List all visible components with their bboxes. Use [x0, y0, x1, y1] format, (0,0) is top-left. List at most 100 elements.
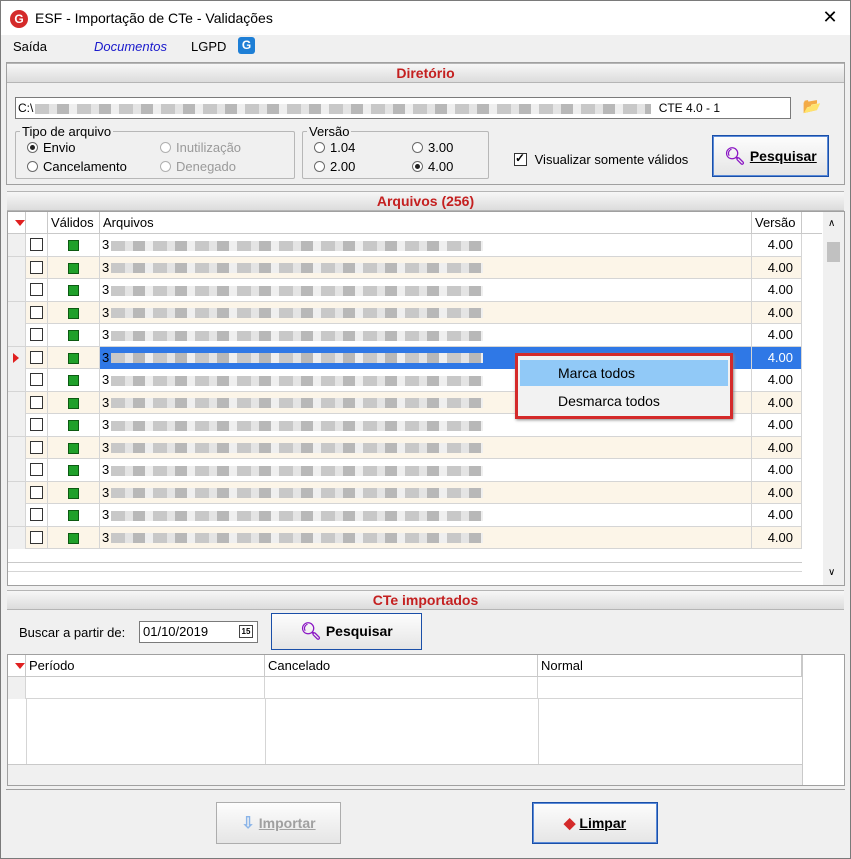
pesquisar-diretorio-button[interactable]: 🔍︎ Pesquisar: [712, 135, 829, 177]
row-indicator-cell[interactable]: [8, 391, 26, 414]
row-checkbox-cell[interactable]: [26, 391, 48, 414]
row-indicator-cell[interactable]: [8, 234, 26, 256]
row-checkbox[interactable]: [30, 530, 43, 544]
row-checkbox-cell[interactable]: [26, 346, 48, 369]
row-checkbox[interactable]: [30, 508, 43, 521]
row-indicator-cell[interactable]: [8, 324, 26, 346]
row-checkbox-cell[interactable]: [26, 436, 48, 459]
close-icon[interactable]: ✕: [819, 6, 841, 28]
table-row[interactable]: 3 4.00: [8, 526, 802, 549]
col-normal[interactable]: Normal: [538, 655, 802, 677]
col-arquivos[interactable]: Arquivos: [100, 212, 752, 234]
row-checkbox-cell[interactable]: [26, 414, 48, 436]
arquivo-cell[interactable]: 3: [100, 279, 752, 301]
arquivo-cell[interactable]: 3: [100, 301, 752, 324]
versao-cell: 4.00: [752, 481, 802, 504]
row-checkbox-cell[interactable]: [26, 459, 48, 481]
table-row[interactable]: 3 4.00: [8, 324, 802, 347]
row-indicator-cell[interactable]: [8, 504, 26, 526]
row-indicator-cell[interactable]: [8, 414, 26, 436]
radio-versao-400[interactable]: 4.00: [412, 159, 453, 174]
folder-open-icon[interactable]: 📂: [801, 97, 823, 117]
row-checkbox-cell[interactable]: [26, 301, 48, 324]
redacted-filename: [111, 263, 484, 274]
arquivos-scrollbar[interactable]: ∧ ∨: [823, 212, 844, 585]
row-checkbox-cell[interactable]: [26, 369, 48, 391]
row-checkbox[interactable]: [30, 328, 43, 341]
grid-sort-indicator[interactable]: [8, 212, 26, 234]
row-indicator-cell[interactable]: [8, 256, 26, 279]
limpar-button[interactable]: ◆ Limpar: [532, 802, 658, 844]
lgpd-icon[interactable]: G: [238, 37, 255, 54]
radio-versao-300[interactable]: 3.00: [412, 140, 453, 155]
row-checkbox[interactable]: [30, 260, 43, 274]
row-checkbox-cell[interactable]: [26, 526, 48, 549]
row-indicator-cell[interactable]: [8, 301, 26, 324]
col-check[interactable]: [26, 212, 48, 234]
radio-versao-104[interactable]: 1.04: [314, 140, 355, 155]
row-checkbox[interactable]: [30, 283, 43, 296]
table-row[interactable]: 3 4.00: [8, 279, 802, 302]
row-indicator-cell[interactable]: [8, 526, 26, 549]
menu-saida[interactable]: Saída: [13, 39, 47, 54]
context-marca-todos[interactable]: Marca todos: [520, 360, 728, 386]
context-desmarca-todos[interactable]: Desmarca todos: [520, 388, 728, 414]
row-checkbox[interactable]: [30, 395, 43, 409]
cte-row[interactable]: [8, 677, 802, 699]
versao-cell: 4.00: [752, 436, 802, 459]
col-cancelado[interactable]: Cancelado: [265, 655, 538, 677]
table-row[interactable]: 3 4.00: [8, 256, 802, 279]
row-checkbox-cell[interactable]: [26, 234, 48, 256]
row-indicator-cell[interactable]: [8, 346, 26, 369]
arquivo-cell[interactable]: 3: [100, 324, 752, 346]
row-checkbox[interactable]: [30, 440, 43, 454]
row-indicator-cell[interactable]: [8, 459, 26, 481]
row-checkbox-cell[interactable]: [26, 481, 48, 504]
calendar-icon[interactable]: 15: [239, 625, 253, 638]
row-indicator-cell[interactable]: [8, 279, 26, 301]
arquivo-cell[interactable]: 3: [100, 481, 752, 504]
menu-documentos[interactable]: Documentos: [94, 39, 167, 54]
row-checkbox-cell[interactable]: [26, 504, 48, 526]
row-checkbox-cell[interactable]: [26, 279, 48, 301]
row-checkbox[interactable]: [30, 238, 43, 251]
row-indicator-cell[interactable]: [8, 436, 26, 459]
table-row[interactable]: 3 4.00: [8, 481, 802, 504]
row-checkbox[interactable]: [30, 350, 43, 364]
radio-envio[interactable]: Envio: [27, 140, 76, 155]
pesquisar-cte-button[interactable]: 🔍︎ Pesquisar: [271, 613, 422, 650]
table-row[interactable]: 3 4.00: [8, 504, 802, 527]
table-row[interactable]: 3 4.00: [8, 459, 802, 482]
col-versao[interactable]: Versão: [752, 212, 802, 234]
row-checkbox-cell[interactable]: [26, 256, 48, 279]
row-checkbox[interactable]: [30, 463, 43, 476]
radio-versao-200[interactable]: 2.00: [314, 159, 355, 174]
scroll-up-icon[interactable]: ∧: [828, 218, 835, 229]
row-checkbox[interactable]: [30, 485, 43, 499]
arquivo-cell[interactable]: 3: [100, 504, 752, 526]
col-validos[interactable]: Válidos: [48, 212, 100, 234]
row-checkbox[interactable]: [30, 305, 43, 319]
somente-validos-checkbox[interactable]: Visualizar somente válidos: [514, 151, 688, 167]
scroll-thumb[interactable]: [827, 242, 840, 262]
radio-cancelamento[interactable]: Cancelamento: [27, 159, 127, 174]
directory-path-input[interactable]: C:\ CTE 4.0 - 1: [15, 97, 791, 119]
row-checkbox[interactable]: [30, 418, 43, 431]
menu-lgpd[interactable]: LGPD: [191, 39, 226, 54]
arquivo-cell[interactable]: 3: [100, 234, 752, 256]
table-row[interactable]: 3 4.00: [8, 301, 802, 324]
arquivo-cell[interactable]: 3: [100, 256, 752, 279]
buscar-date-input[interactable]: 01/10/2019 15: [139, 621, 258, 643]
row-indicator-cell[interactable]: [8, 369, 26, 391]
row-checkbox-cell[interactable]: [26, 324, 48, 346]
col-periodo[interactable]: Período: [26, 655, 265, 677]
scroll-down-icon[interactable]: ∨: [828, 567, 835, 578]
arquivo-cell[interactable]: 3: [100, 526, 752, 549]
cte-sort-indicator[interactable]: [8, 655, 26, 677]
arquivo-cell[interactable]: 3: [100, 459, 752, 481]
row-indicator-cell[interactable]: [8, 481, 26, 504]
table-row[interactable]: 3 4.00: [8, 234, 802, 257]
table-row[interactable]: 3 4.00: [8, 436, 802, 459]
arquivo-cell[interactable]: 3: [100, 436, 752, 459]
row-checkbox[interactable]: [30, 373, 43, 386]
